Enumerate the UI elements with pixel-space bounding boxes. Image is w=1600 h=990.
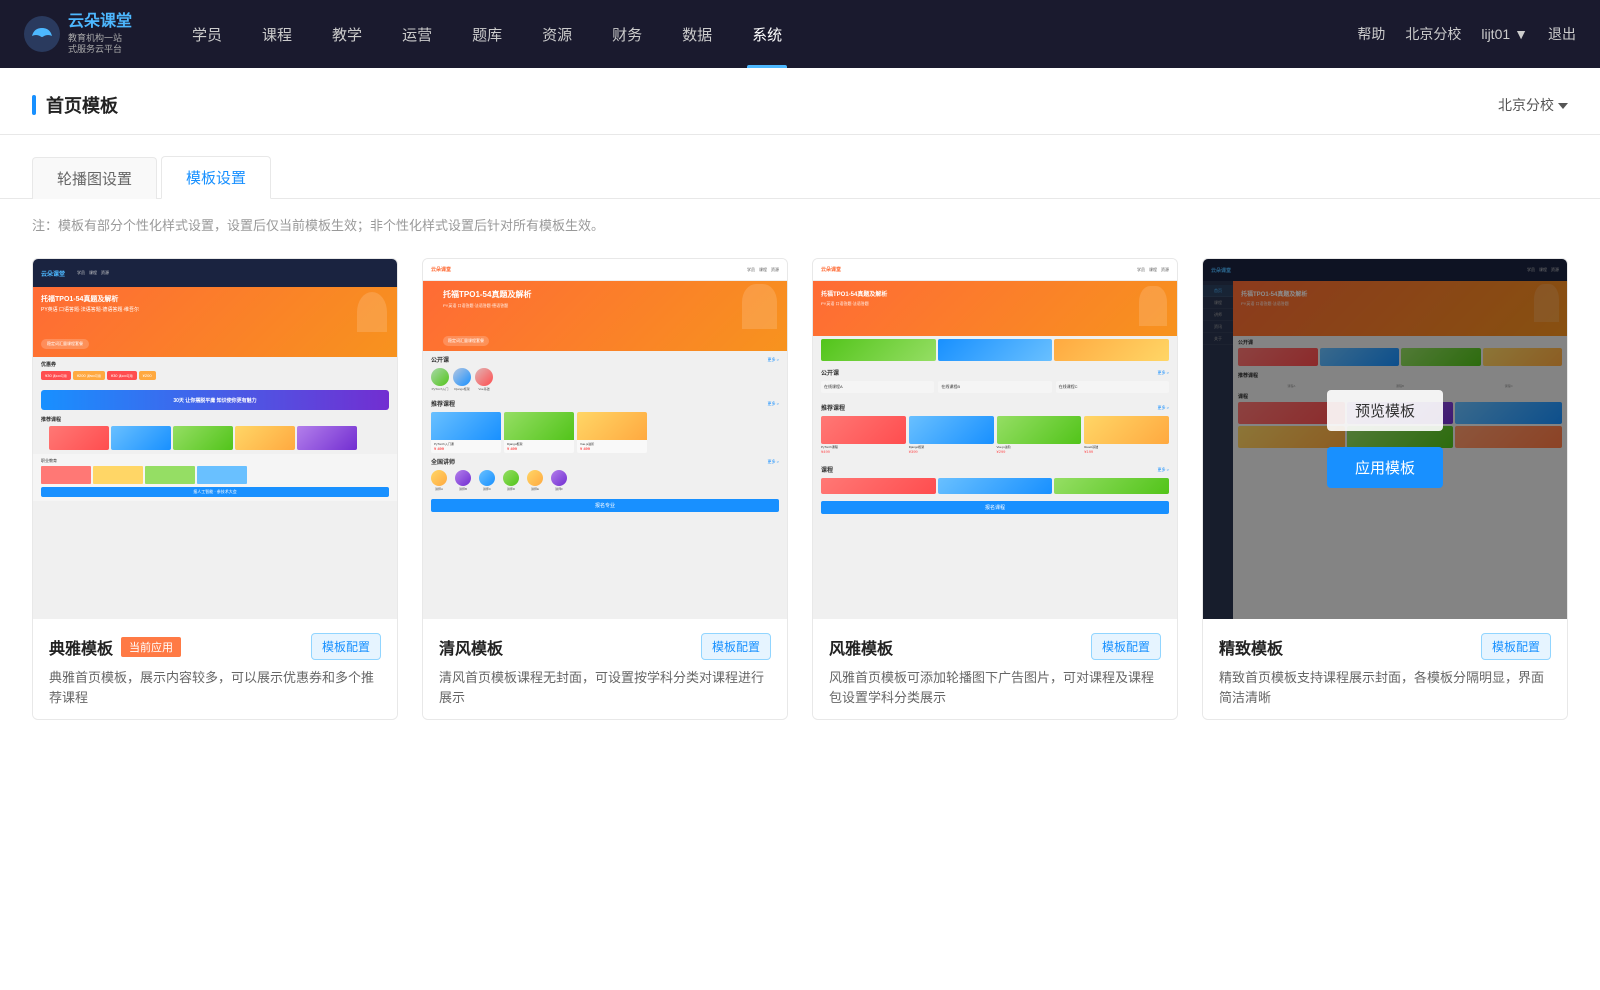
nav-students[interactable]: 学员 (172, 0, 242, 68)
page-header: 首页模板 北京分校 (0, 68, 1600, 135)
template-preview-fengya: 云朵课堂 学员 课程 资源 托福TPO1-54真题及解析 PY英语 口语答题·法… (813, 259, 1177, 619)
notice-bar: 注：模板有部分个性化样式设置，设置后仅当前模板生效；非个性化样式设置后针对所有模… (0, 199, 1600, 250)
tab-templates[interactable]: 模板设置 (161, 156, 271, 199)
template-footer-qingfeng: 清风模板 模板配置 清风首页模板课程无封面，可设置按学科分类对课程进行展示 (423, 619, 787, 719)
logo-name: 云朵课堂 (68, 12, 132, 33)
template-card-qingfeng[interactable]: 云朵课堂 学员 课程 资源 托福TPO1-54真题及解析 PY英语 口语答题·法… (422, 258, 788, 720)
page-content: 首页模板 北京分校 轮播图设置 模板设置 注：模板有部分个性化样式设置，设置后仅… (0, 68, 1600, 990)
template-preview-jingzhi: 云朵课堂 学员 课程 资源 首页 课程 讲师 资讯 关 (1203, 259, 1567, 619)
template-name-1: 典雅模板 (49, 635, 113, 659)
nav-operations[interactable]: 运营 (382, 0, 452, 68)
chevron-down-icon (1558, 103, 1568, 109)
template-preview-dianyan: 云朵课堂 学员 课程 资源 托福TPO1-54真题及解析PY英语 口语答题·法语… (33, 259, 397, 619)
help-link[interactable]: 帮助 (1357, 24, 1385, 44)
tab-carousel[interactable]: 轮播图设置 (32, 157, 157, 199)
template-preview-qingfeng: 云朵课堂 学员 课程 资源 托福TPO1-54真题及解析 PY英语 口语答题·法… (423, 259, 787, 619)
tabs-container: 轮播图设置 模板设置 (0, 155, 1600, 199)
template-footer-fengya: 风雅模板 模板配置 风雅首页模板可添加轮播图下广告图片，可对课程及课程包设置学科… (813, 619, 1177, 719)
nav-resources[interactable]: 资源 (522, 0, 592, 68)
template-desc-1: 典雅首页模板，展示内容较多，可以展示优惠券和多个推荐课程 (49, 668, 381, 707)
preview-template-btn[interactable]: 预览模板 (1327, 390, 1443, 431)
header-right: 帮助 北京分校 lijt01 ▼ 退出 (1357, 24, 1576, 44)
preview-screenshot-2: 云朵课堂 学员 课程 资源 托福TPO1-54真题及解析 PY英语 口语答题·法… (423, 259, 787, 619)
template-footer-dianyan: 典雅模板 当前应用 模板配置 典雅首页模板，展示内容较多，可以展示优惠券和多个推… (33, 619, 397, 719)
config-btn-jingzhi[interactable]: 模板配置 (1481, 633, 1551, 660)
page-title: 首页模板 (46, 92, 118, 118)
template-card-dianyan[interactable]: 云朵课堂 学员 课程 资源 托福TPO1-54真题及解析PY英语 口语答题·法语… (32, 258, 398, 720)
template-desc-4: 精致首页模板支持课程展示封面，各模板分隔明显，界面简洁清晰 (1219, 668, 1551, 707)
current-badge-1: 当前应用 (121, 637, 181, 657)
apply-template-btn[interactable]: 应用模板 (1327, 447, 1443, 488)
preview-screenshot-1: 云朵课堂 学员 课程 资源 托福TPO1-54真题及解析PY英语 口语答题·法语… (33, 259, 397, 619)
branch-selector-label: 北京分校 (1498, 95, 1554, 115)
template-footer-jingzhi: 精致模板 模板配置 精致首页模板支持课程展示封面，各模板分隔明显，界面简洁清晰 (1203, 619, 1567, 719)
template-card-jingzhi[interactable]: 云朵课堂 学员 课程 资源 首页 课程 讲师 资讯 关 (1202, 258, 1568, 720)
config-btn-qingfeng[interactable]: 模板配置 (701, 633, 771, 660)
template-desc-2: 清风首页模板课程无封面，可设置按学科分类对课程进行展示 (439, 668, 771, 707)
template-card-fengya[interactable]: 云朵课堂 学员 课程 资源 托福TPO1-54真题及解析 PY英语 口语答题·法… (812, 258, 1178, 720)
page-title-area: 首页模板 (32, 92, 118, 134)
user-menu[interactable]: lijt01 ▼ (1481, 26, 1528, 42)
branch-selector[interactable]: 北京分校 (1498, 95, 1568, 131)
nav-teaching[interactable]: 教学 (312, 0, 382, 68)
main-header: 云朵课堂 教育机构一站 式服务云平台 学员 课程 教学 运营 题库 资源 财务 … (0, 0, 1600, 68)
logo-icon (24, 16, 60, 52)
branch-name[interactable]: 北京分校 (1405, 24, 1461, 44)
templates-grid: 云朵课堂 学员 课程 资源 托福TPO1-54真题及解析PY英语 口语答题·法语… (0, 250, 1600, 760)
logout-button[interactable]: 退出 (1548, 24, 1576, 44)
nav-system[interactable]: 系统 (732, 0, 802, 68)
config-btn-dianyan[interactable]: 模板配置 (311, 633, 381, 660)
template-name-3: 风雅模板 (829, 635, 893, 659)
config-btn-fengya[interactable]: 模板配置 (1091, 633, 1161, 660)
logo-sub: 教育机构一站 式服务云平台 (68, 33, 132, 56)
logo[interactable]: 云朵课堂 教育机构一站 式服务云平台 (24, 12, 132, 56)
nav-courses[interactable]: 课程 (242, 0, 312, 68)
template-desc-3: 风雅首页模板可添加轮播图下广告图片，可对课程及课程包设置学科分类展示 (829, 668, 1161, 707)
title-bar-decoration (32, 95, 36, 115)
template-name-4: 精致模板 (1219, 635, 1283, 659)
template-overlay-jingzhi: 预览模板 应用模板 (1203, 259, 1567, 619)
preview-screenshot-3: 云朵课堂 学员 课程 资源 托福TPO1-54真题及解析 PY英语 口语答题·法… (813, 259, 1177, 619)
template-name-2: 清风模板 (439, 635, 503, 659)
nav-data[interactable]: 数据 (662, 0, 732, 68)
nav-finance[interactable]: 财务 (592, 0, 662, 68)
nav-questions[interactable]: 题库 (452, 0, 522, 68)
main-nav: 学员 课程 教学 运营 题库 资源 财务 数据 系统 (172, 0, 1357, 68)
